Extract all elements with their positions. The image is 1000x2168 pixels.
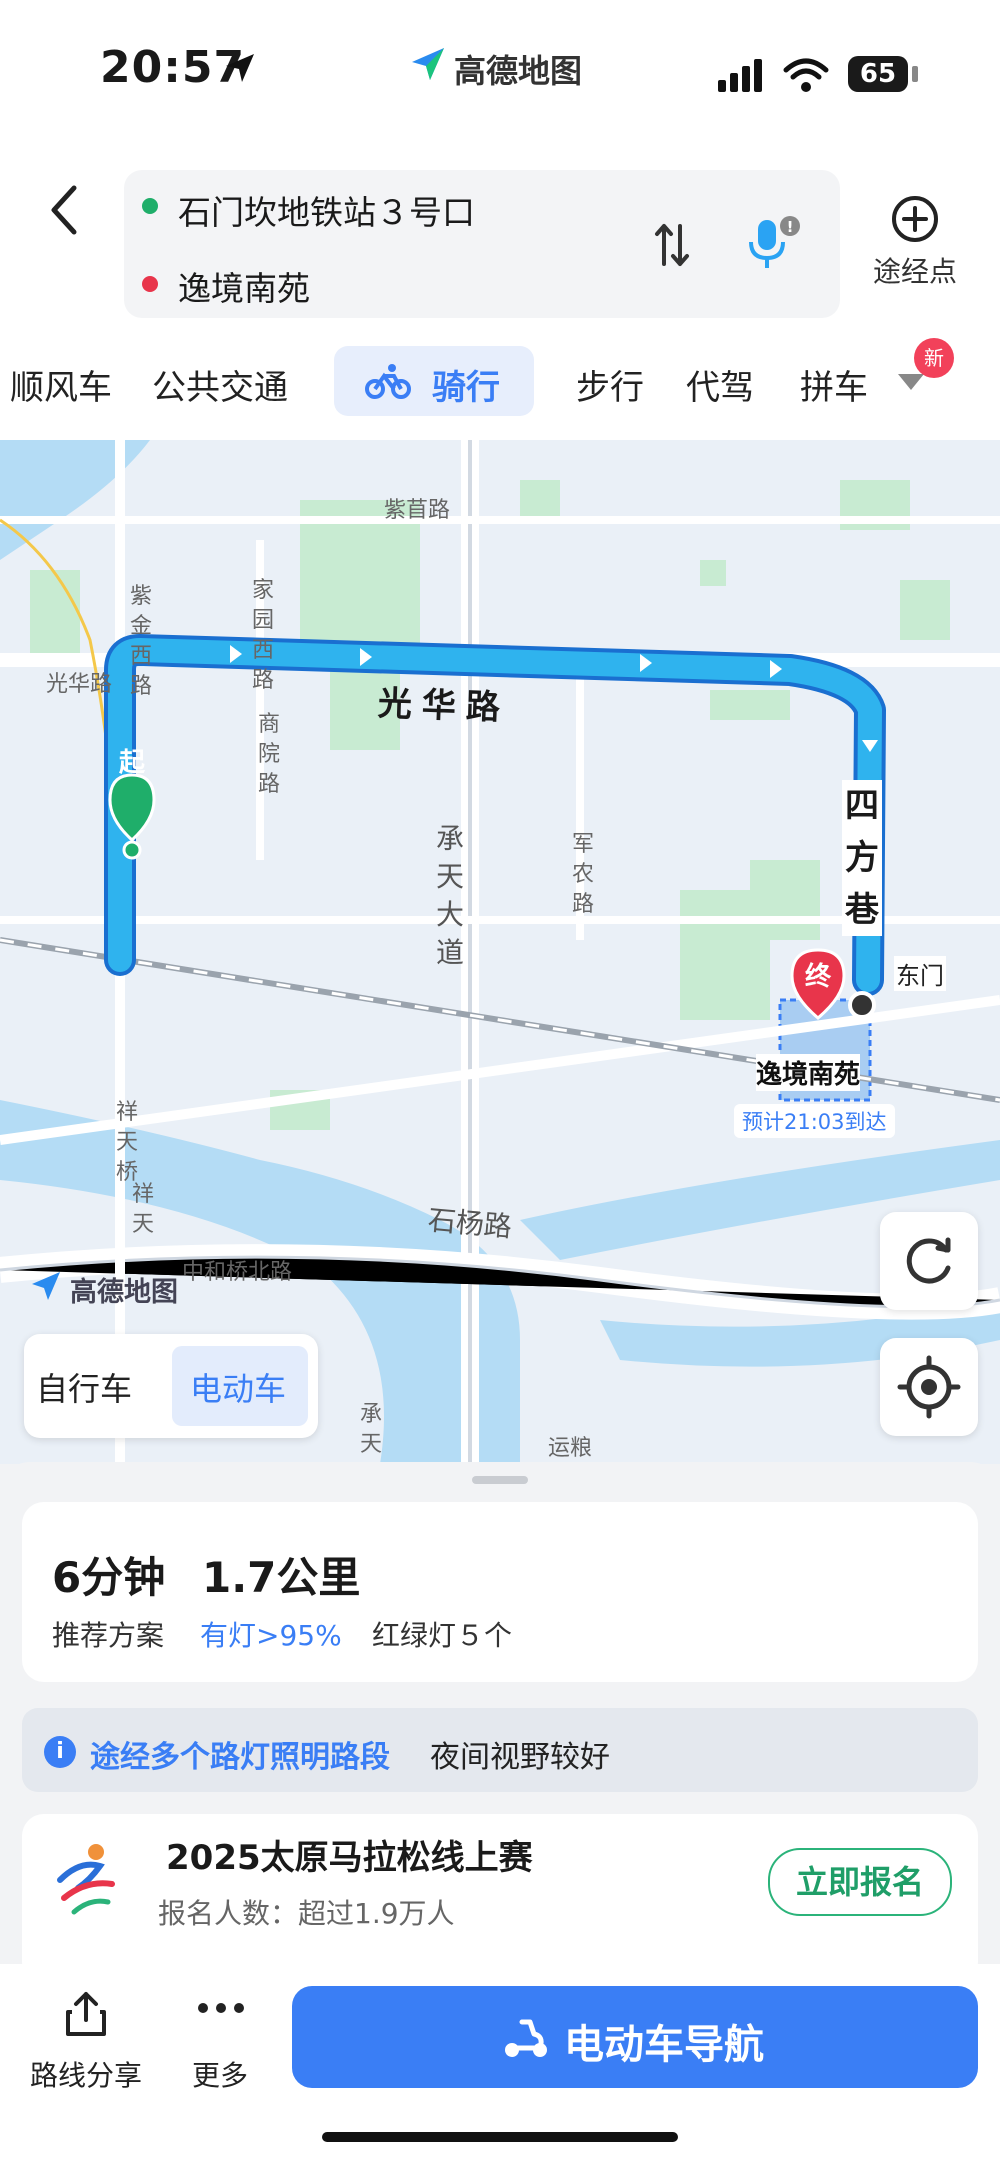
road-label: 中和桥北路: [182, 1260, 293, 1285]
signal-icon: [718, 59, 762, 92]
plan-label: 推荐方案: [52, 1619, 165, 1652]
road-label: 商院路: [258, 712, 281, 797]
voice-mic-icon[interactable]: !: [746, 214, 802, 274]
route-duration: 6分钟: [52, 1553, 166, 1602]
share-icon[interactable]: [62, 1988, 110, 2040]
amap-watermark-logo: [32, 1272, 60, 1300]
road-label: 军农路: [572, 832, 595, 917]
ebike-option[interactable]: 电动车: [190, 1364, 286, 1410]
info-icon: i: [44, 1736, 76, 1768]
bicycle-icon: [365, 364, 411, 399]
destination-map-name: 逸境南苑: [756, 1054, 861, 1091]
tab-cycling[interactable]: 骑行: [432, 360, 500, 409]
eta-label: 预计21:03到达: [734, 1104, 895, 1138]
start-marker: 起: [118, 748, 145, 778]
light-info: 有灯>95%: [200, 1619, 342, 1652]
app-name: 高德地图: [454, 52, 583, 90]
home-indicator: [322, 2132, 678, 2142]
battery-indicator: 65: [848, 56, 908, 92]
more-button[interactable]: 更多: [192, 2054, 248, 2094]
road-label: 紫苜路: [384, 498, 451, 523]
end-marker: 终: [804, 962, 831, 992]
route-road-label: 四方巷: [842, 780, 882, 936]
add-waypoint-icon[interactable]: [890, 194, 940, 244]
tab-carpool[interactable]: 拼车: [800, 360, 868, 409]
road-label: 石杨路: [426, 1203, 514, 1244]
route-road-label: 光华路: [377, 683, 511, 729]
navigate-label: 电动车导航: [564, 2022, 764, 2068]
route-summary-card[interactable]: [22, 1502, 978, 1682]
road-label: 祥天: [132, 1182, 155, 1237]
gate-label: 东门: [894, 956, 946, 991]
marathon-logo-icon: [57, 1844, 115, 1915]
refresh-icon: [906, 1237, 951, 1284]
bike-option[interactable]: 自行车: [36, 1364, 132, 1410]
locate-icon: [897, 1355, 961, 1419]
svg-text:!: !: [787, 218, 794, 236]
road-label: 光华路: [46, 672, 113, 697]
scooter-icon: [505, 2019, 547, 2057]
road-label: 承天大道: [436, 822, 465, 969]
tab-walking[interactable]: 步行: [576, 360, 644, 409]
amap-logo-icon: [412, 48, 444, 80]
promo-title: 2025太原马拉松线上赛: [166, 1838, 533, 1878]
refresh-button[interactable]: [880, 1212, 978, 1310]
map-view[interactable]: 紫苜路 家园西路 紫金西路 光华路 商院路 承天大道 军农路 石杨路 中和桥北路…: [0, 440, 1000, 1464]
tab-hitch[interactable]: 顺风车: [10, 360, 112, 409]
road-label: 祥天桥: [116, 1100, 139, 1185]
promo-subtitle: 报名人数：超过1.9万人: [158, 1897, 455, 1930]
waypoint-button-label[interactable]: 途经点: [860, 250, 970, 290]
road-label: 运粮: [548, 1436, 593, 1461]
road-label: 家园西路: [252, 578, 275, 693]
new-badge: 新: [914, 338, 954, 378]
locate-button[interactable]: [880, 1338, 978, 1436]
route-distance: 1.7公里: [202, 1553, 361, 1602]
register-button[interactable]: 立即报名: [768, 1848, 952, 1916]
traffic-lights: 红绿灯５个: [372, 1619, 513, 1652]
road-label: 紫金西路: [130, 584, 153, 699]
wifi-icon: [783, 58, 829, 92]
road-label: 承天: [360, 1402, 383, 1457]
origin-dot: [142, 198, 158, 214]
map-watermark: 高德地图: [70, 1277, 178, 1308]
battery-cap: [912, 66, 918, 82]
swap-icon[interactable]: [654, 220, 690, 270]
destination-dot: [142, 276, 158, 292]
location-arrow-icon: [226, 54, 254, 82]
origin-field[interactable]: 石门坎地铁站３号口: [178, 186, 475, 234]
destination-field[interactable]: 逸境南苑: [178, 262, 310, 310]
more-dots-icon[interactable]: [196, 2000, 246, 2016]
notice-text: 夜间视野较好: [430, 1740, 610, 1775]
ebike-navigate-button[interactable]: 电动车导航: [292, 1986, 978, 2088]
back-arrow-icon[interactable]: [36, 180, 96, 240]
share-route-button[interactable]: 路线分享: [30, 2054, 142, 2094]
tab-designated-driver[interactable]: 代驾: [686, 360, 754, 409]
notice-highlight: 途经多个路灯照明路段: [90, 1740, 390, 1775]
sheet-handle[interactable]: [472, 1476, 528, 1484]
tab-transit[interactable]: 公共交通: [152, 360, 288, 409]
